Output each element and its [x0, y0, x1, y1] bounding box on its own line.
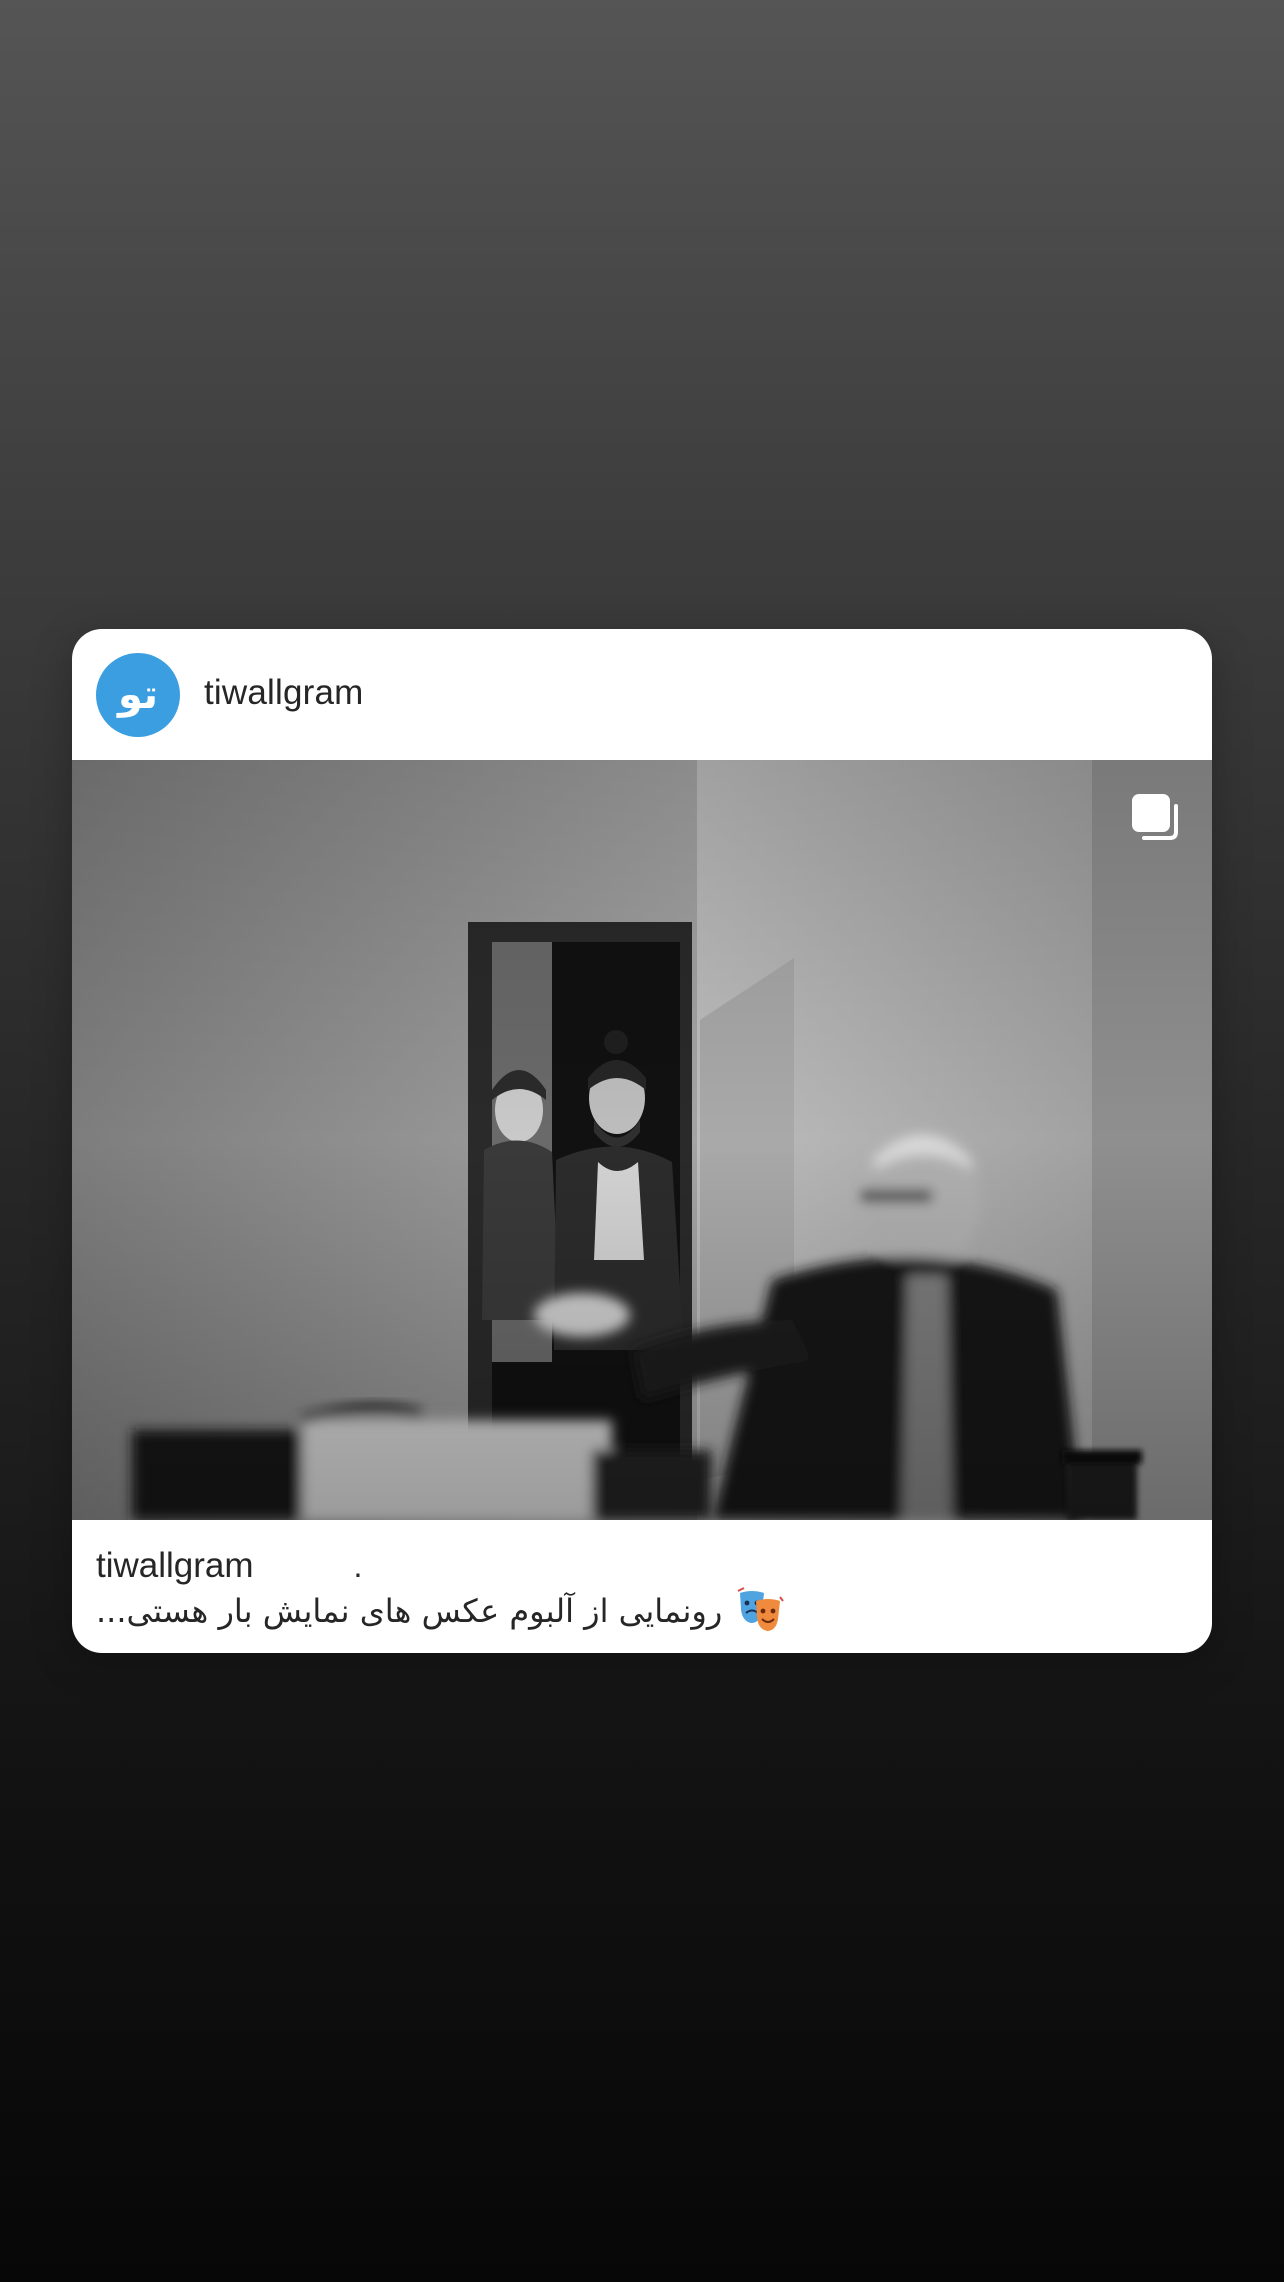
avatar[interactable]: تو [96, 653, 180, 737]
caption-text: رونمایی از آلبوم عکس های نمایش بار هستی.… [96, 1592, 723, 1630]
caption-row[interactable]: رونمایی از آلبوم عکس های نمایش بار هستی.… [96, 1586, 785, 1636]
caption-username[interactable]: tiwallgram [96, 1546, 254, 1586]
post-card[interactable]: تو tiwallgram tiwallgram . رونمایی از آل… [72, 629, 1212, 1653]
caption-user-row: tiwallgram . [96, 1546, 362, 1586]
performing-arts-masks-icon [737, 1587, 785, 1631]
photo-image [72, 760, 1212, 1520]
post-footer: tiwallgram . رونمایی از آلبوم عکس های نم… [72, 1520, 1212, 1653]
post-header: تو tiwallgram [72, 629, 1212, 760]
header-username[interactable]: tiwallgram [204, 673, 364, 713]
post-photo[interactable] [72, 760, 1212, 1520]
caption-dot: . [353, 1548, 363, 1584]
carousel-multiple-icon [1132, 794, 1178, 840]
avatar-logo-text: تو [117, 672, 159, 718]
